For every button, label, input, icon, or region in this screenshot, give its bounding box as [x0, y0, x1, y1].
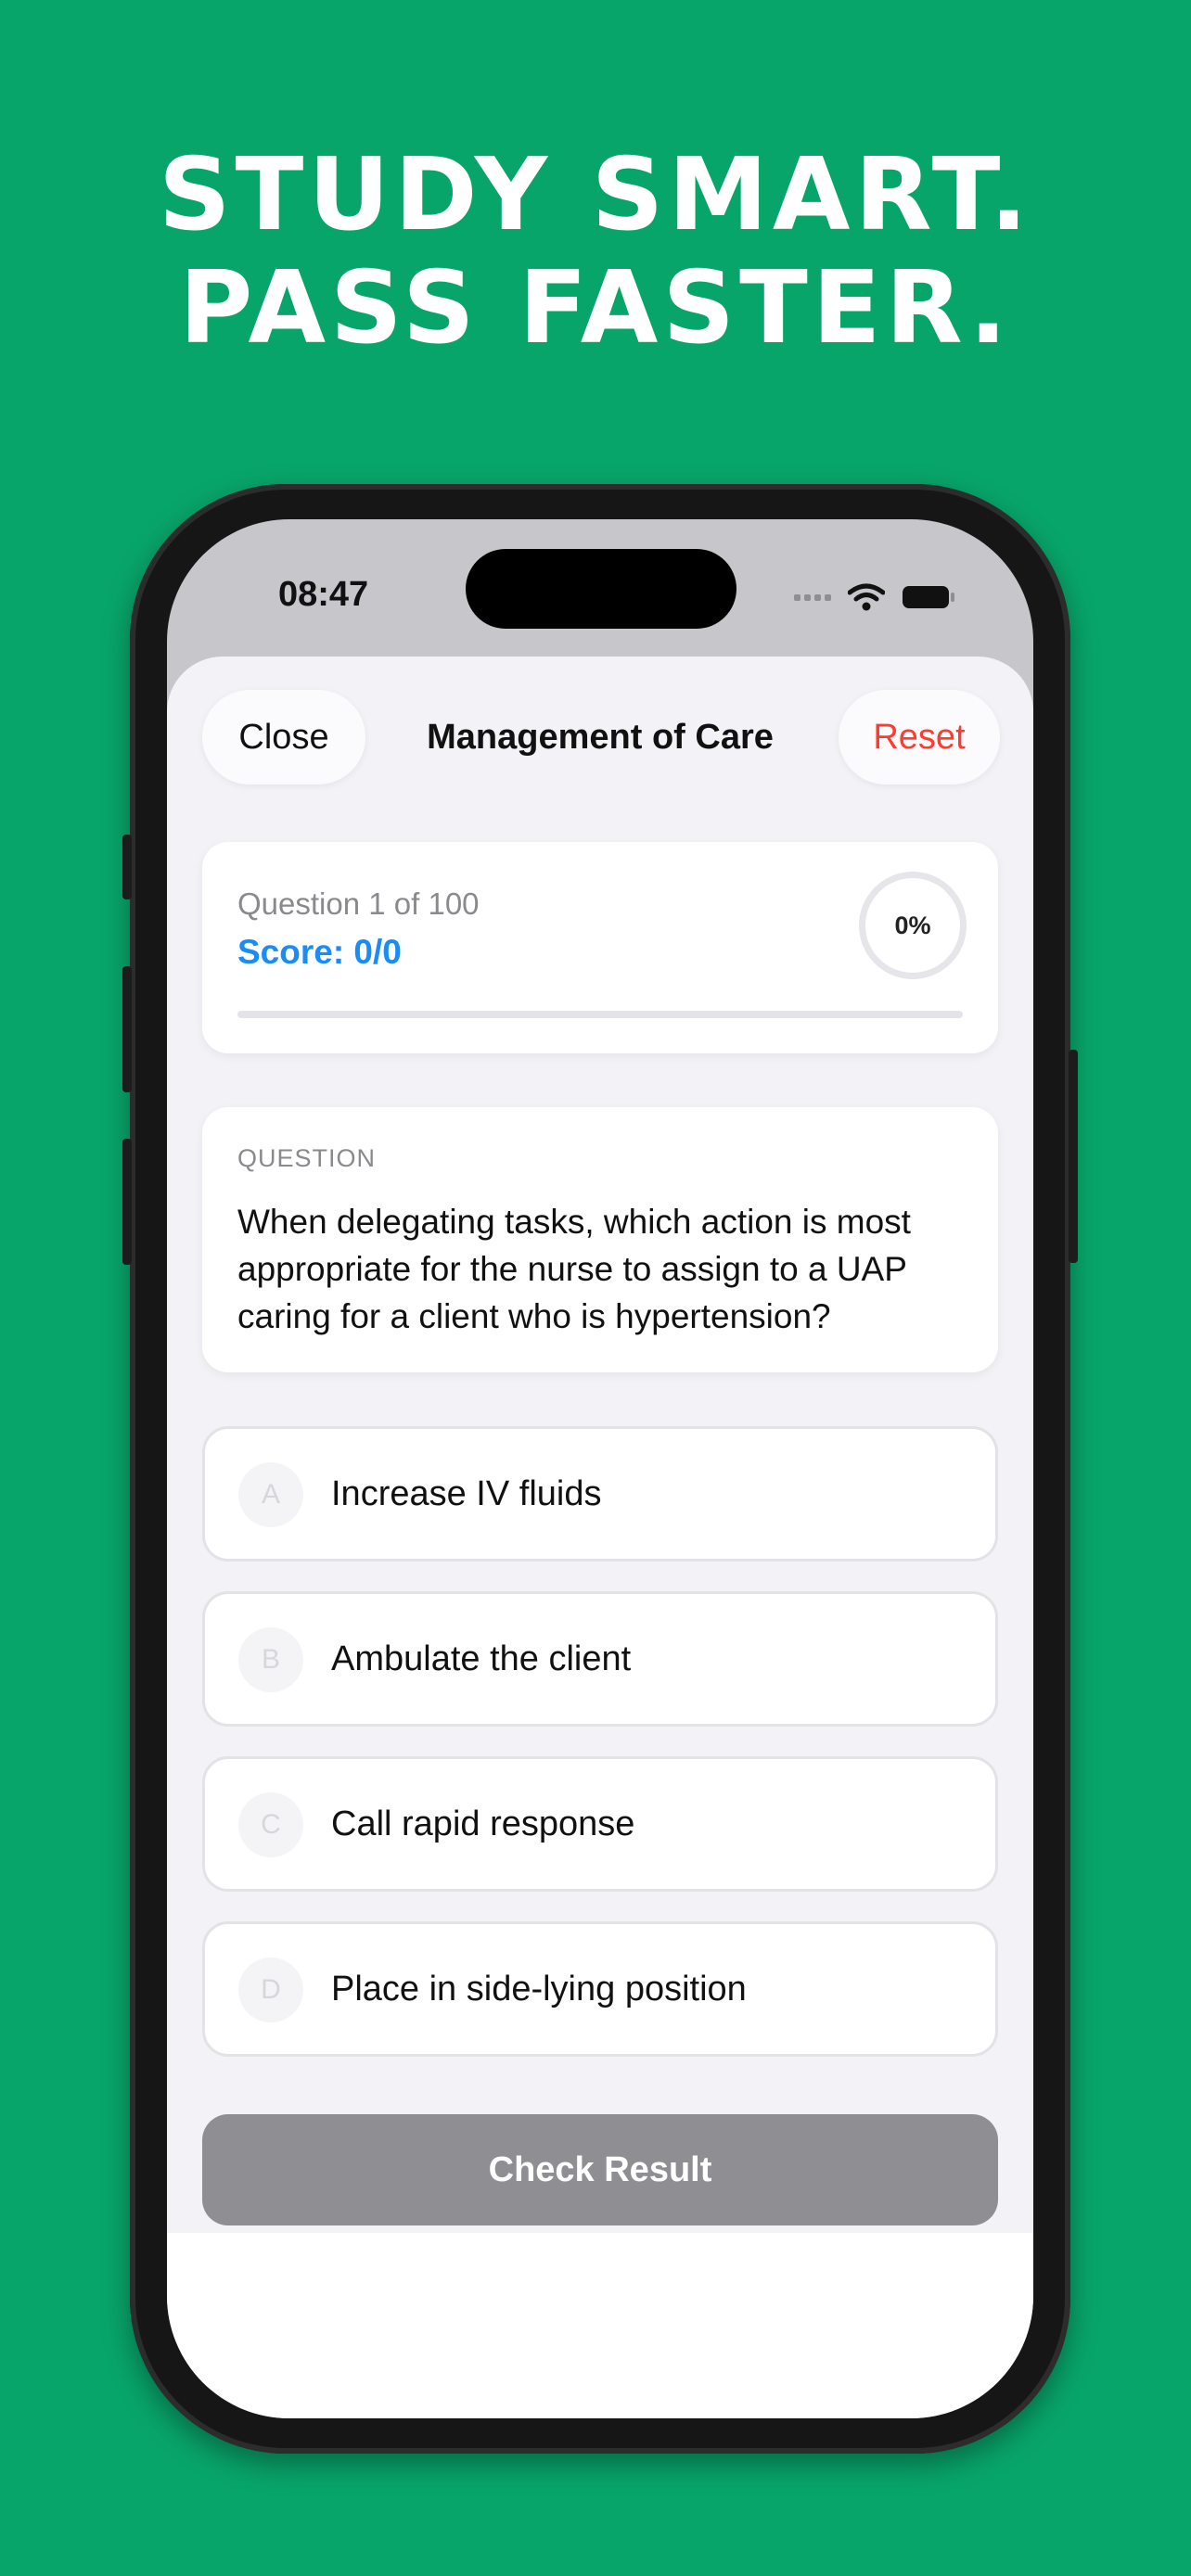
quiz-sheet: Close Management of Care Reset Question … [167, 657, 1033, 2233]
option-d[interactable]: D Place in side-lying position [202, 1921, 998, 2057]
status-icons [794, 579, 955, 616]
dynamic-island [466, 549, 736, 629]
option-a[interactable]: A Increase IV fluids [202, 1426, 998, 1562]
option-text: Call rapid response [331, 1804, 635, 1843]
option-text: Ambulate the client [331, 1639, 632, 1678]
close-button[interactable]: Close [202, 690, 365, 784]
option-b[interactable]: B Ambulate the client [202, 1591, 998, 1727]
headline-line-2: PASS FASTER. [179, 250, 1012, 366]
bottom-area [167, 2233, 1033, 2418]
option-letter: D [238, 1958, 303, 2022]
question-text: When delegating tasks, which action is m… [237, 1203, 911, 1335]
progress-ring: 0% [859, 872, 967, 979]
option-c[interactable]: C Call rapid response [202, 1756, 998, 1892]
headline-line-1: STUDY SMART. [158, 137, 1033, 253]
reset-button[interactable]: Reset [839, 690, 1000, 784]
check-result-button[interactable]: Check Result [202, 2114, 998, 2225]
option-text: Place in side-lying position [331, 1970, 747, 2009]
page-title: Management of Care [427, 718, 774, 757]
score-label: Score: 0/0 [237, 933, 402, 971]
status-time: 08:47 [278, 575, 369, 614]
option-text: Increase IV fluids [331, 1474, 602, 1513]
wifi-icon [848, 583, 885, 611]
volume-down-button [122, 1139, 132, 1265]
option-letter: C [238, 1792, 303, 1857]
progress-bar [237, 1011, 963, 1018]
cellular-signal-icon [794, 593, 831, 601]
option-letter: A [238, 1462, 303, 1527]
marketing-headline: STUDY SMART. PASS FASTER. [0, 139, 1191, 365]
option-letter: B [238, 1627, 303, 1692]
progress-card: Question 1 of 100 Score: 0/0 0% [202, 842, 998, 1053]
action-button [122, 835, 132, 899]
battery-icon [903, 586, 954, 608]
phone-frame: 08:47 Close Management of Care Reset Que… [122, 484, 1078, 2454]
question-section-label: QUESTION [237, 1144, 377, 1172]
question-card: QUESTION When delegating tasks, which ac… [202, 1107, 998, 1372]
power-button [1069, 1050, 1078, 1263]
question-counter: Question 1 of 100 [237, 886, 480, 921]
phone-screen: 08:47 Close Management of Care Reset Que… [167, 519, 1033, 2418]
volume-up-button [122, 966, 132, 1092]
